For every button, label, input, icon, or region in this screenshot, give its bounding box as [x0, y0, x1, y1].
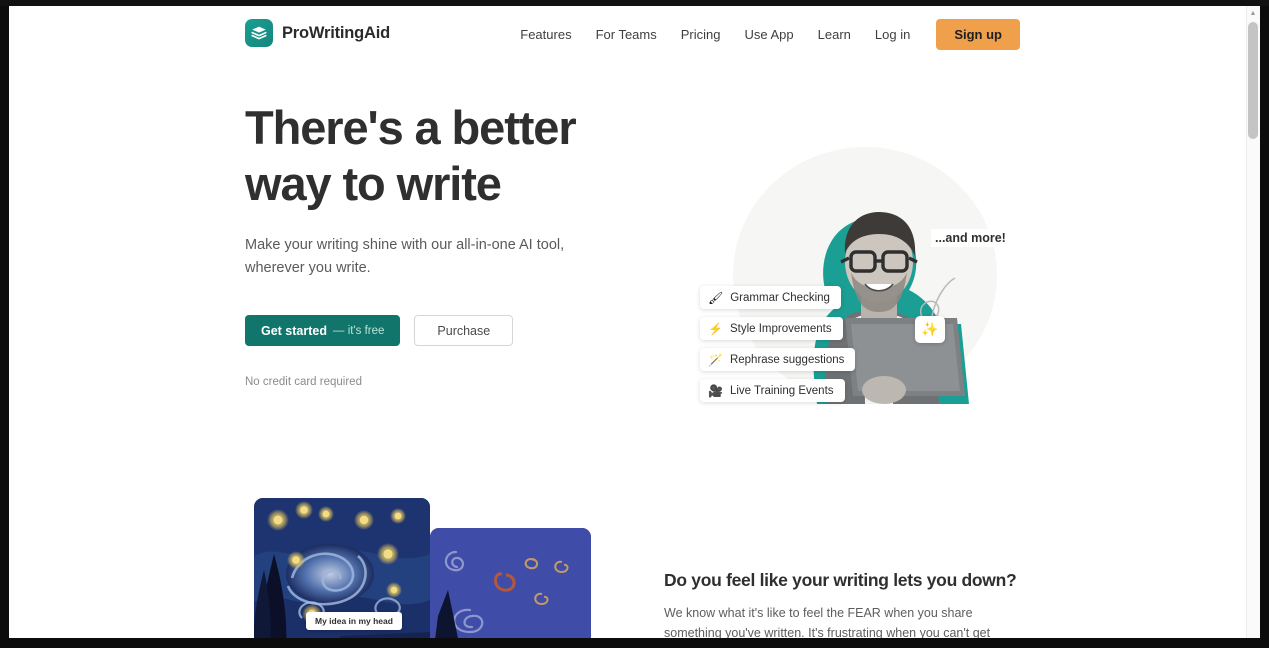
primary-nav: Features For Teams Pricing Use App Learn… — [508, 6, 1020, 62]
purchase-button[interactable]: Purchase — [414, 315, 514, 346]
web-page: ProWritingAid Features For Teams Pricing… — [9, 6, 1246, 648]
feature-chip-label: Grammar Checking — [730, 291, 830, 304]
and-more-label: ...and more! — [931, 229, 1010, 247]
brand-logo-link[interactable]: ProWritingAid — [245, 19, 390, 47]
magic-wand-icon: 🪄 — [708, 352, 723, 367]
header-inner: ProWritingAid Features For Teams Pricing… — [245, 6, 1020, 62]
hero-subtitle: Make your writing shine with our all-in-… — [245, 237, 565, 276]
browser-viewport: ProWritingAid Features For Teams Pricing… — [9, 6, 1260, 648]
idea-caption: My idea in my head — [306, 612, 402, 630]
lightning-bolt-icon: ⚡ — [708, 321, 723, 336]
feature-chip-label: Style Improvements — [729, 322, 832, 335]
feature-chip-grammar-checking: 🖌 Grammar Checking — [700, 286, 841, 309]
window-bottom-edge — [0, 638, 1269, 648]
lower-heading: Do you feel like your writing lets you d… — [664, 570, 1017, 590]
feature-chip-rephrase-suggestions: 🪄 Rephrase suggestions — [700, 348, 856, 371]
artwork-comparison: My idea in my head — [245, 498, 591, 648]
lower-copy: Do you feel like your writing lets you d… — [664, 570, 1024, 648]
nav-link-use-app[interactable]: Use App — [733, 27, 806, 42]
get-started-label: Get started — [261, 323, 327, 338]
video-camera-icon: 🎥 — [708, 383, 723, 398]
book-stack-icon — [245, 19, 273, 47]
feature-chip-label: Rephrase suggestions — [729, 353, 845, 366]
page-scrollbar[interactable]: ▲ — [1246, 6, 1260, 648]
nav-link-pricing[interactable]: Pricing — [669, 27, 733, 42]
writing-pain-section: My idea in my head Do you feel like your… — [9, 462, 1246, 648]
nav-link-for-teams[interactable]: For Teams — [584, 27, 669, 42]
hero-actions: Get started — it's free Purchase — [245, 315, 605, 346]
no-credit-card-note: No credit card required — [245, 376, 362, 388]
feature-chip-style-improvements: ⚡ Style Improvements — [700, 317, 843, 340]
browser-window: ProWritingAid Features For Teams Pricing… — [0, 0, 1269, 648]
hero-title: There's a better way to write — [245, 101, 577, 210]
nav-link-features[interactable]: Features — [508, 27, 583, 42]
brand-name: ProWritingAid — [282, 23, 391, 42]
sign-up-button[interactable]: Sign up — [936, 18, 1020, 50]
get-started-note: — it's free — [333, 324, 385, 337]
site-header: ProWritingAid Features For Teams Pricing… — [9, 6, 1246, 62]
scribble-artwork-card — [430, 528, 591, 648]
starry-night-artwork-card: My idea in my head — [254, 498, 430, 648]
hero-illustration: ...and more! ✨ 🖌 Grammar Checking ⚡ Styl… — [669, 112, 1029, 442]
nav-link-learn[interactable]: Learn — [806, 27, 863, 42]
get-started-button[interactable]: Get started — it's free — [245, 315, 401, 346]
quill-pen-icon: 🖌 — [708, 290, 724, 305]
feature-chip-label: Live Training Events — [729, 384, 834, 397]
scrollbar-up-arrow-icon[interactable]: ▲ — [1246, 6, 1260, 20]
hero-section: There's a better way to write Make your … — [9, 62, 1246, 462]
feature-chip-live-training-events: 🎥 Live Training Events — [700, 379, 845, 402]
sparkle-icon: ✨ — [915, 316, 945, 343]
nav-link-log-in[interactable]: Log in — [863, 27, 922, 42]
scrollbar-thumb[interactable] — [1248, 22, 1258, 139]
hero-copy: There's a better way to write Make your … — [245, 100, 605, 388]
